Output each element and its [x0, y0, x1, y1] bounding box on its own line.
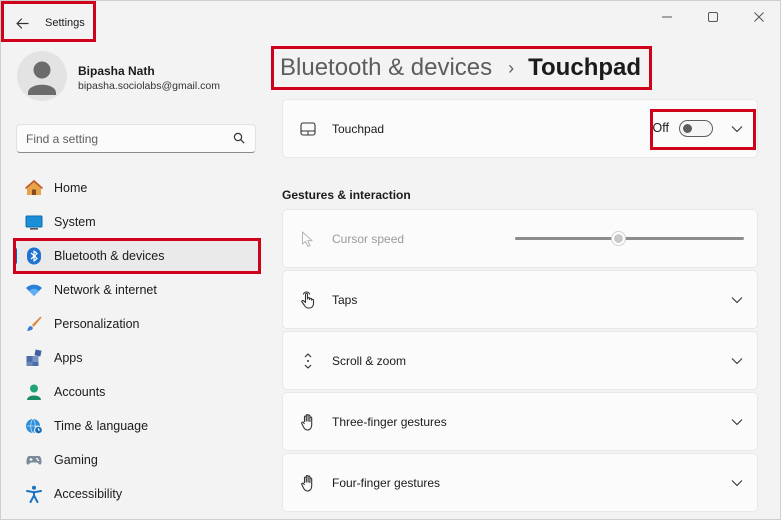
search-box [16, 124, 256, 153]
toggle-knob [683, 123, 692, 133]
slider-fill [515, 237, 619, 240]
window-controls [644, 1, 780, 33]
user-email: bipasha.sociolabs@gmail.com [78, 80, 220, 92]
breadcrumb: Bluetooth & devices › Touchpad [280, 53, 641, 83]
user-name: Bipasha Nath [78, 64, 155, 78]
scroll-zoom-card[interactable]: Scroll & zoom [282, 331, 758, 390]
section-title: Gestures & interaction [282, 188, 411, 202]
taps-label: Taps [332, 292, 358, 307]
chevron-down-icon[interactable] [731, 477, 743, 489]
back-button[interactable] [11, 12, 33, 34]
sidebar-item-apps[interactable]: Apps [13, 341, 259, 375]
hand-icon [299, 413, 317, 431]
accessibility-icon [25, 485, 43, 503]
system-icon [25, 213, 43, 231]
three-finger-card[interactable]: Three-finger gestures [282, 392, 758, 451]
four-finger-card[interactable]: Four-finger gestures [282, 453, 758, 512]
settings-window: Settings Bipasha Nath bipasha.sociolabs@… [0, 0, 781, 520]
sidebar-item-network[interactable]: Network & internet [13, 273, 259, 307]
cursor-speed-slider[interactable] [515, 232, 744, 245]
chevron-down-icon[interactable] [731, 123, 743, 135]
touchpad-toggle-group: Off [652, 119, 713, 137]
breadcrumb-parent[interactable]: Bluetooth & devices [280, 54, 492, 82]
search-icon[interactable] [233, 132, 245, 144]
sidebar-item-time-language[interactable]: Time & language [13, 409, 259, 443]
sidebar-item-gaming[interactable]: Gaming [13, 443, 259, 477]
gamepad-icon [25, 451, 43, 469]
cursor-icon [299, 230, 317, 248]
title-bar: Settings [1, 1, 780, 37]
scroll-zoom-label: Scroll & zoom [332, 353, 407, 368]
breadcrumb-separator: › [508, 57, 515, 78]
touchpad-icon [299, 120, 317, 138]
user-icon [28, 61, 56, 95]
accounts-icon [25, 383, 43, 401]
tap-icon [299, 291, 317, 309]
cursor-speed-label: Cursor speed [332, 231, 405, 246]
brush-icon [25, 315, 43, 333]
maximize-icon [708, 12, 718, 22]
arrow-left-icon [15, 17, 29, 29]
touchpad-card[interactable]: Touchpad Off [282, 99, 758, 158]
app-title: Settings [45, 17, 85, 29]
sidebar-nav: Home System Bluetooth & devices Network … [13, 171, 259, 511]
chevron-down-icon[interactable] [731, 416, 743, 428]
sidebar-item-bluetooth[interactable]: Bluetooth & devices [13, 239, 259, 273]
toggle-state-label: Off [652, 121, 669, 135]
slider-thumb[interactable] [612, 232, 626, 245]
apps-icon [25, 349, 43, 367]
search-input[interactable] [17, 125, 227, 152]
chevron-down-icon[interactable] [731, 294, 743, 306]
maximize-button[interactable] [690, 1, 736, 33]
avatar[interactable] [17, 51, 67, 101]
close-button[interactable] [736, 1, 780, 33]
wifi-icon [25, 281, 43, 299]
minimize-button[interactable] [644, 1, 690, 33]
sidebar-item-home[interactable]: Home [13, 171, 259, 205]
home-icon [25, 179, 43, 197]
four-finger-label: Four-finger gestures [332, 475, 441, 490]
touchpad-label: Touchpad [332, 121, 385, 136]
chevron-down-icon[interactable] [731, 355, 743, 367]
three-finger-label: Three-finger gestures [332, 414, 447, 429]
sidebar-item-personalization[interactable]: Personalization [13, 307, 259, 341]
globe-clock-icon [25, 417, 43, 435]
taps-card[interactable]: Taps [282, 270, 758, 329]
sidebar-item-system[interactable]: System [13, 205, 259, 239]
close-icon [754, 12, 764, 22]
bluetooth-icon [25, 247, 43, 265]
sidebar-item-accounts[interactable]: Accounts [13, 375, 259, 409]
hand-icon [299, 474, 317, 492]
touchpad-toggle[interactable] [679, 119, 713, 137]
page-title: Touchpad [528, 54, 642, 81]
scroll-icon [299, 352, 317, 370]
sidebar-item-accessibility[interactable]: Accessibility [13, 477, 259, 511]
minimize-icon [662, 16, 672, 18]
